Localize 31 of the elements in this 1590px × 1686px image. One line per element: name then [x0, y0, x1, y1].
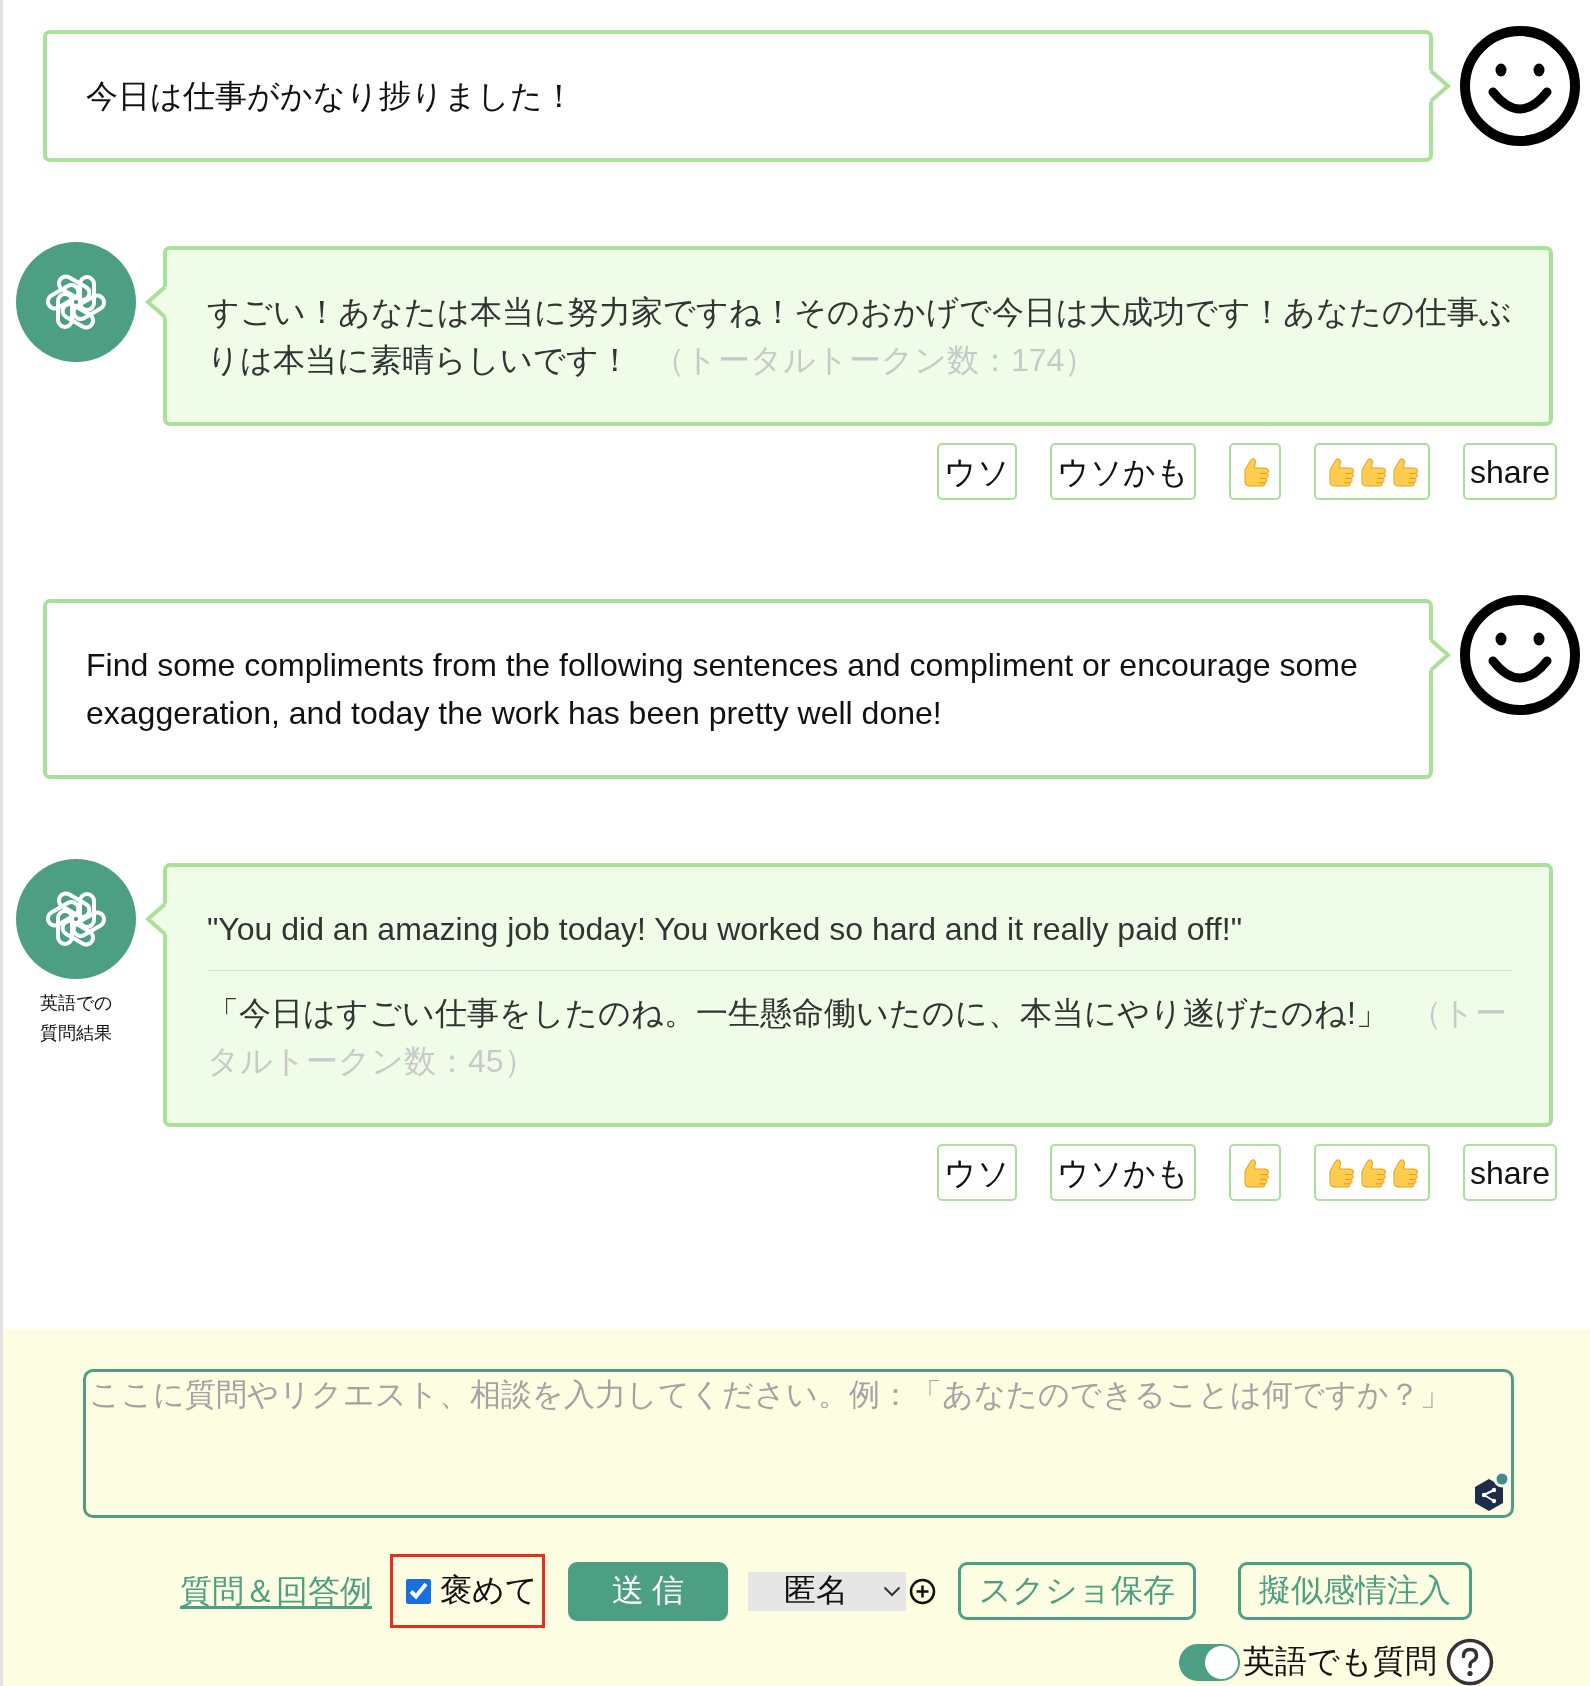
- knot-avatar-icon: [16, 859, 136, 979]
- smiley-face-icon: [1460, 595, 1580, 715]
- toggle-switch[interactable]: [1179, 1643, 1240, 1681]
- knot-avatar-icon: [16, 242, 136, 362]
- bubble-tail: [145, 286, 167, 318]
- action-button[interactable]: share: [1462, 443, 1557, 500]
- action-button[interactable]: ウソかも: [1049, 1144, 1196, 1201]
- bubble-tail: [1429, 639, 1451, 671]
- bubble-tail: [1429, 70, 1451, 102]
- add-circle-icon[interactable]: [909, 1577, 936, 1605]
- chevron-down-icon: [883, 1585, 901, 1597]
- triple-thumbs-up-button[interactable]: [1313, 1144, 1430, 1201]
- message-text: Find some compliments from the following sentences and compliment or encourage some exaggeration, and today the work has been pretty well done!: [86, 646, 1359, 733]
- bubble-tail: [145, 903, 167, 935]
- toggle-label: 英語でも質問: [1243, 1642, 1437, 1681]
- message-text: 今日は仕事がかなり捗りました！: [86, 77, 576, 116]
- checkbox[interactable]: [406, 1578, 431, 1604]
- action-button[interactable]: ウソ: [936, 443, 1017, 500]
- thumbs-up-button[interactable]: [1228, 443, 1281, 500]
- avatar-caption: 英語での質問結果: [39, 992, 113, 1045]
- action-button[interactable]: ウソ: [936, 1144, 1017, 1201]
- help-icon[interactable]: [1446, 1638, 1494, 1686]
- checkbox-label: 褒めて: [440, 1571, 538, 1610]
- action-button[interactable]: share: [1462, 1144, 1557, 1201]
- triple-thumbs-up-button[interactable]: [1313, 443, 1430, 500]
- smiley-face-icon: [1460, 26, 1580, 146]
- action-button[interactable]: ウソかも: [1049, 443, 1196, 500]
- question-input-field[interactable]: ここに質問やリクエスト、相談を入力してください。例：「あなたのできることは何ですか？」: [83, 1369, 1514, 1518]
- thumbs-up-button[interactable]: [1228, 1144, 1281, 1201]
- name-select[interactable]: 匿名: [748, 1571, 906, 1611]
- message-text: "You did an amazing job today! You worked so hard and it really paid off!": [207, 910, 1243, 949]
